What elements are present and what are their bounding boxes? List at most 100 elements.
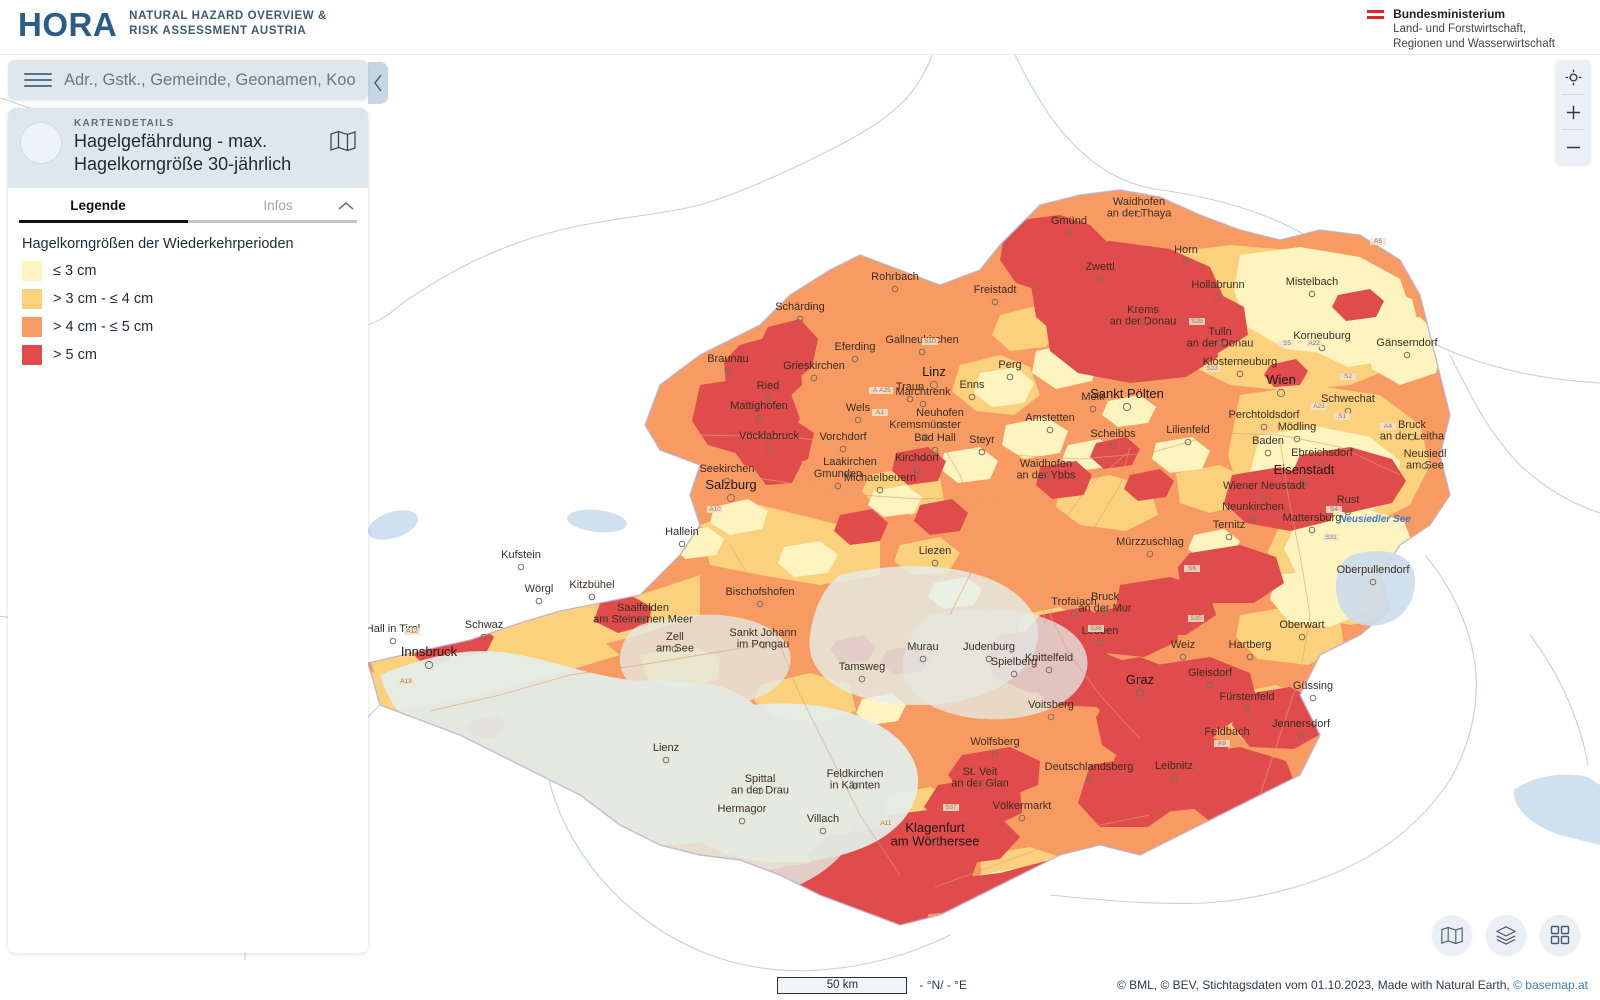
map-label-town: Güssing <box>1293 680 1333 692</box>
map-label-town: Wörgl <box>525 583 554 595</box>
city-marker <box>588 593 596 601</box>
map-label-road: A11 <box>880 820 891 827</box>
map-label-road: S5 <box>1283 340 1291 347</box>
map-label-town: Hollabrunn <box>1191 279 1244 291</box>
map-label-town: Wels <box>846 402 871 414</box>
map-label-town: Bischofshofen <box>725 586 794 598</box>
locate-crosshair-icon[interactable] <box>1556 60 1590 94</box>
map-label-town: Jennersdorf <box>1272 718 1331 730</box>
map-label-town: Schwaz <box>465 619 504 631</box>
map-label-town: Seekirchen <box>699 463 754 475</box>
map-label-town: Schwechat <box>1321 393 1375 405</box>
map-label-town: Feldbach <box>1204 726 1249 738</box>
map-label-town: Judenburg <box>963 641 1015 653</box>
legend-swatch <box>22 289 42 309</box>
zoom-out-button[interactable] <box>1556 130 1590 164</box>
tab-legende[interactable]: Legende <box>8 194 188 220</box>
map-label-city: Innsbruck <box>401 644 458 659</box>
map-label-town: Ebreichsdorf <box>1291 447 1354 459</box>
zoom-in-button[interactable] <box>1556 95 1590 129</box>
map-label-town: Mattighofen <box>730 400 787 412</box>
map-label-town: Braunau <box>707 353 749 365</box>
hora-application: Wien Linz Graz Salzburg Innsbruck Klagenfurt a… <box>0 0 1600 1000</box>
legend-label: > 3 cm - ≤ 4 cm <box>53 291 154 307</box>
legend-item[interactable]: > 4 cm - ≤ 5 cm <box>22 317 354 337</box>
map-label-road: A23 <box>1313 403 1325 410</box>
map-label-town: Kremsmünster <box>889 419 961 431</box>
map-label-town: Mattersburg <box>1283 512 1342 524</box>
map-label-town: Spielberg <box>991 656 1037 668</box>
map-label-town: Villach <box>807 813 839 825</box>
map-label-town: Zwettl <box>1085 261 1114 273</box>
map-label-town: Murau <box>907 641 938 653</box>
map-label-town: Mistelbach <box>1286 276 1339 288</box>
map-label-town: Sankt Johann im Pongau <box>729 627 796 651</box>
legend-label: > 4 cm - ≤ 5 cm <box>53 319 154 335</box>
map-label-town: Völkermarkt <box>993 800 1052 812</box>
map-label-town: Neusiedl am See <box>1404 448 1447 472</box>
map-label-town: Neuhofen <box>916 407 964 419</box>
search-input[interactable] <box>62 69 358 91</box>
map-label-road: S33 <box>1206 365 1218 372</box>
legend-swatch <box>22 261 42 281</box>
map-label-town: Eferding <box>835 341 876 353</box>
chevron-up-icon[interactable] <box>338 198 354 216</box>
attribution-text: © BML, © BEV, Stichtagsdaten vom 01.10.2… <box>1116 978 1514 992</box>
map-label-town: Melk <box>1081 391 1105 403</box>
city-marker <box>535 597 543 605</box>
map-label-road: S10 <box>924 338 936 345</box>
map-label-town: Amstetten <box>1025 412 1075 424</box>
map-label-town: Perchtoldsdorf <box>1229 409 1301 421</box>
map-label-town: Kufstein <box>501 549 541 561</box>
map-details-card: KARTENDETAILS Hagelgefährdung - max. Hag… <box>8 108 368 953</box>
layers-button[interactable] <box>1486 915 1526 955</box>
legend-item[interactable]: > 3 cm - ≤ 4 cm <box>22 289 354 309</box>
map-label-town: Fürstenfeld <box>1219 691 1274 703</box>
map-label-city: Graz <box>1126 672 1154 687</box>
folded-map-icon[interactable] <box>330 130 356 157</box>
page-title: Hagelgefährdung - max. Hagelkorngröße 30… <box>74 131 292 174</box>
map-label-road: A12 <box>406 628 418 635</box>
hora-logo[interactable]: HORA NATURAL HAZARD OVERVIEW & RISK ASSE… <box>18 6 327 44</box>
map-label-town: Scheibbs <box>1090 428 1136 440</box>
city-marker <box>517 563 525 571</box>
panel-collapse-button[interactable] <box>368 62 388 104</box>
map-label-town: Voitsberg <box>1028 699 1074 711</box>
map-label-road: S36 <box>1090 625 1102 632</box>
map-label-town: Hallein <box>665 526 699 538</box>
basemap-button[interactable] <box>1432 915 1472 955</box>
basemap-link[interactable]: © basemap.at <box>1513 978 1588 992</box>
map-label-town: Vorchdorf <box>819 431 867 443</box>
map-label-road: A9 <box>1218 740 1226 747</box>
legend-item[interactable]: > 5 cm <box>22 345 354 365</box>
map-label-town: Waidhofen an der Thaya <box>1107 196 1173 220</box>
legend-title: Hagelkorngrößen der Wiederkehrperioden <box>22 236 294 252</box>
map-label-town: Oberwart <box>1279 619 1324 631</box>
map-label-town: Gänserndorf <box>1376 337 1438 349</box>
legend-item[interactable]: ≤ 3 cm <box>22 261 354 281</box>
legend-label: > 5 cm <box>53 347 97 363</box>
map-label-road: S31 <box>1325 534 1337 541</box>
map-label-town: Marchtrenk <box>895 386 951 398</box>
legend-label: ≤ 3 cm <box>53 263 97 279</box>
map-label-city: Linz <box>922 364 946 379</box>
neusiedler-see <box>1336 551 1416 626</box>
logo-tagline: NATURAL HAZARD OVERVIEW & RISK ASSESSMEN… <box>129 9 327 39</box>
map-label-town: Baden <box>1252 435 1284 447</box>
map-label-road: S37 <box>945 804 957 811</box>
ministry-line-2: Land- und Forstwirtschaft, <box>1393 23 1527 35</box>
legend-swatch <box>22 317 42 337</box>
city-marker <box>389 637 397 645</box>
search-bar[interactable] <box>8 60 368 100</box>
apps-grid-button[interactable] <box>1540 915 1580 955</box>
coordinate-readout: - °N/ - °E <box>919 978 967 992</box>
hazard-layer <box>368 190 1450 925</box>
left-panel: KARTENDETAILS Hagelgefährdung - max. Hag… <box>8 60 368 953</box>
map-label-town: Waidhofen an der Ybbs <box>1016 458 1076 482</box>
hamburger-icon[interactable] <box>24 69 52 91</box>
map-footer-bar: 50 km - °N/ - °E © BML, © BEV, Stichtags… <box>0 970 1600 1000</box>
map-label-town: Wiener Neustadt <box>1223 480 1305 492</box>
top-header-bar: HORA NATURAL HAZARD OVERVIEW & RISK ASSE… <box>0 0 1600 55</box>
map-label-town: Tamsweg <box>839 661 885 673</box>
map-label-town: Leibnitz <box>1155 760 1193 772</box>
